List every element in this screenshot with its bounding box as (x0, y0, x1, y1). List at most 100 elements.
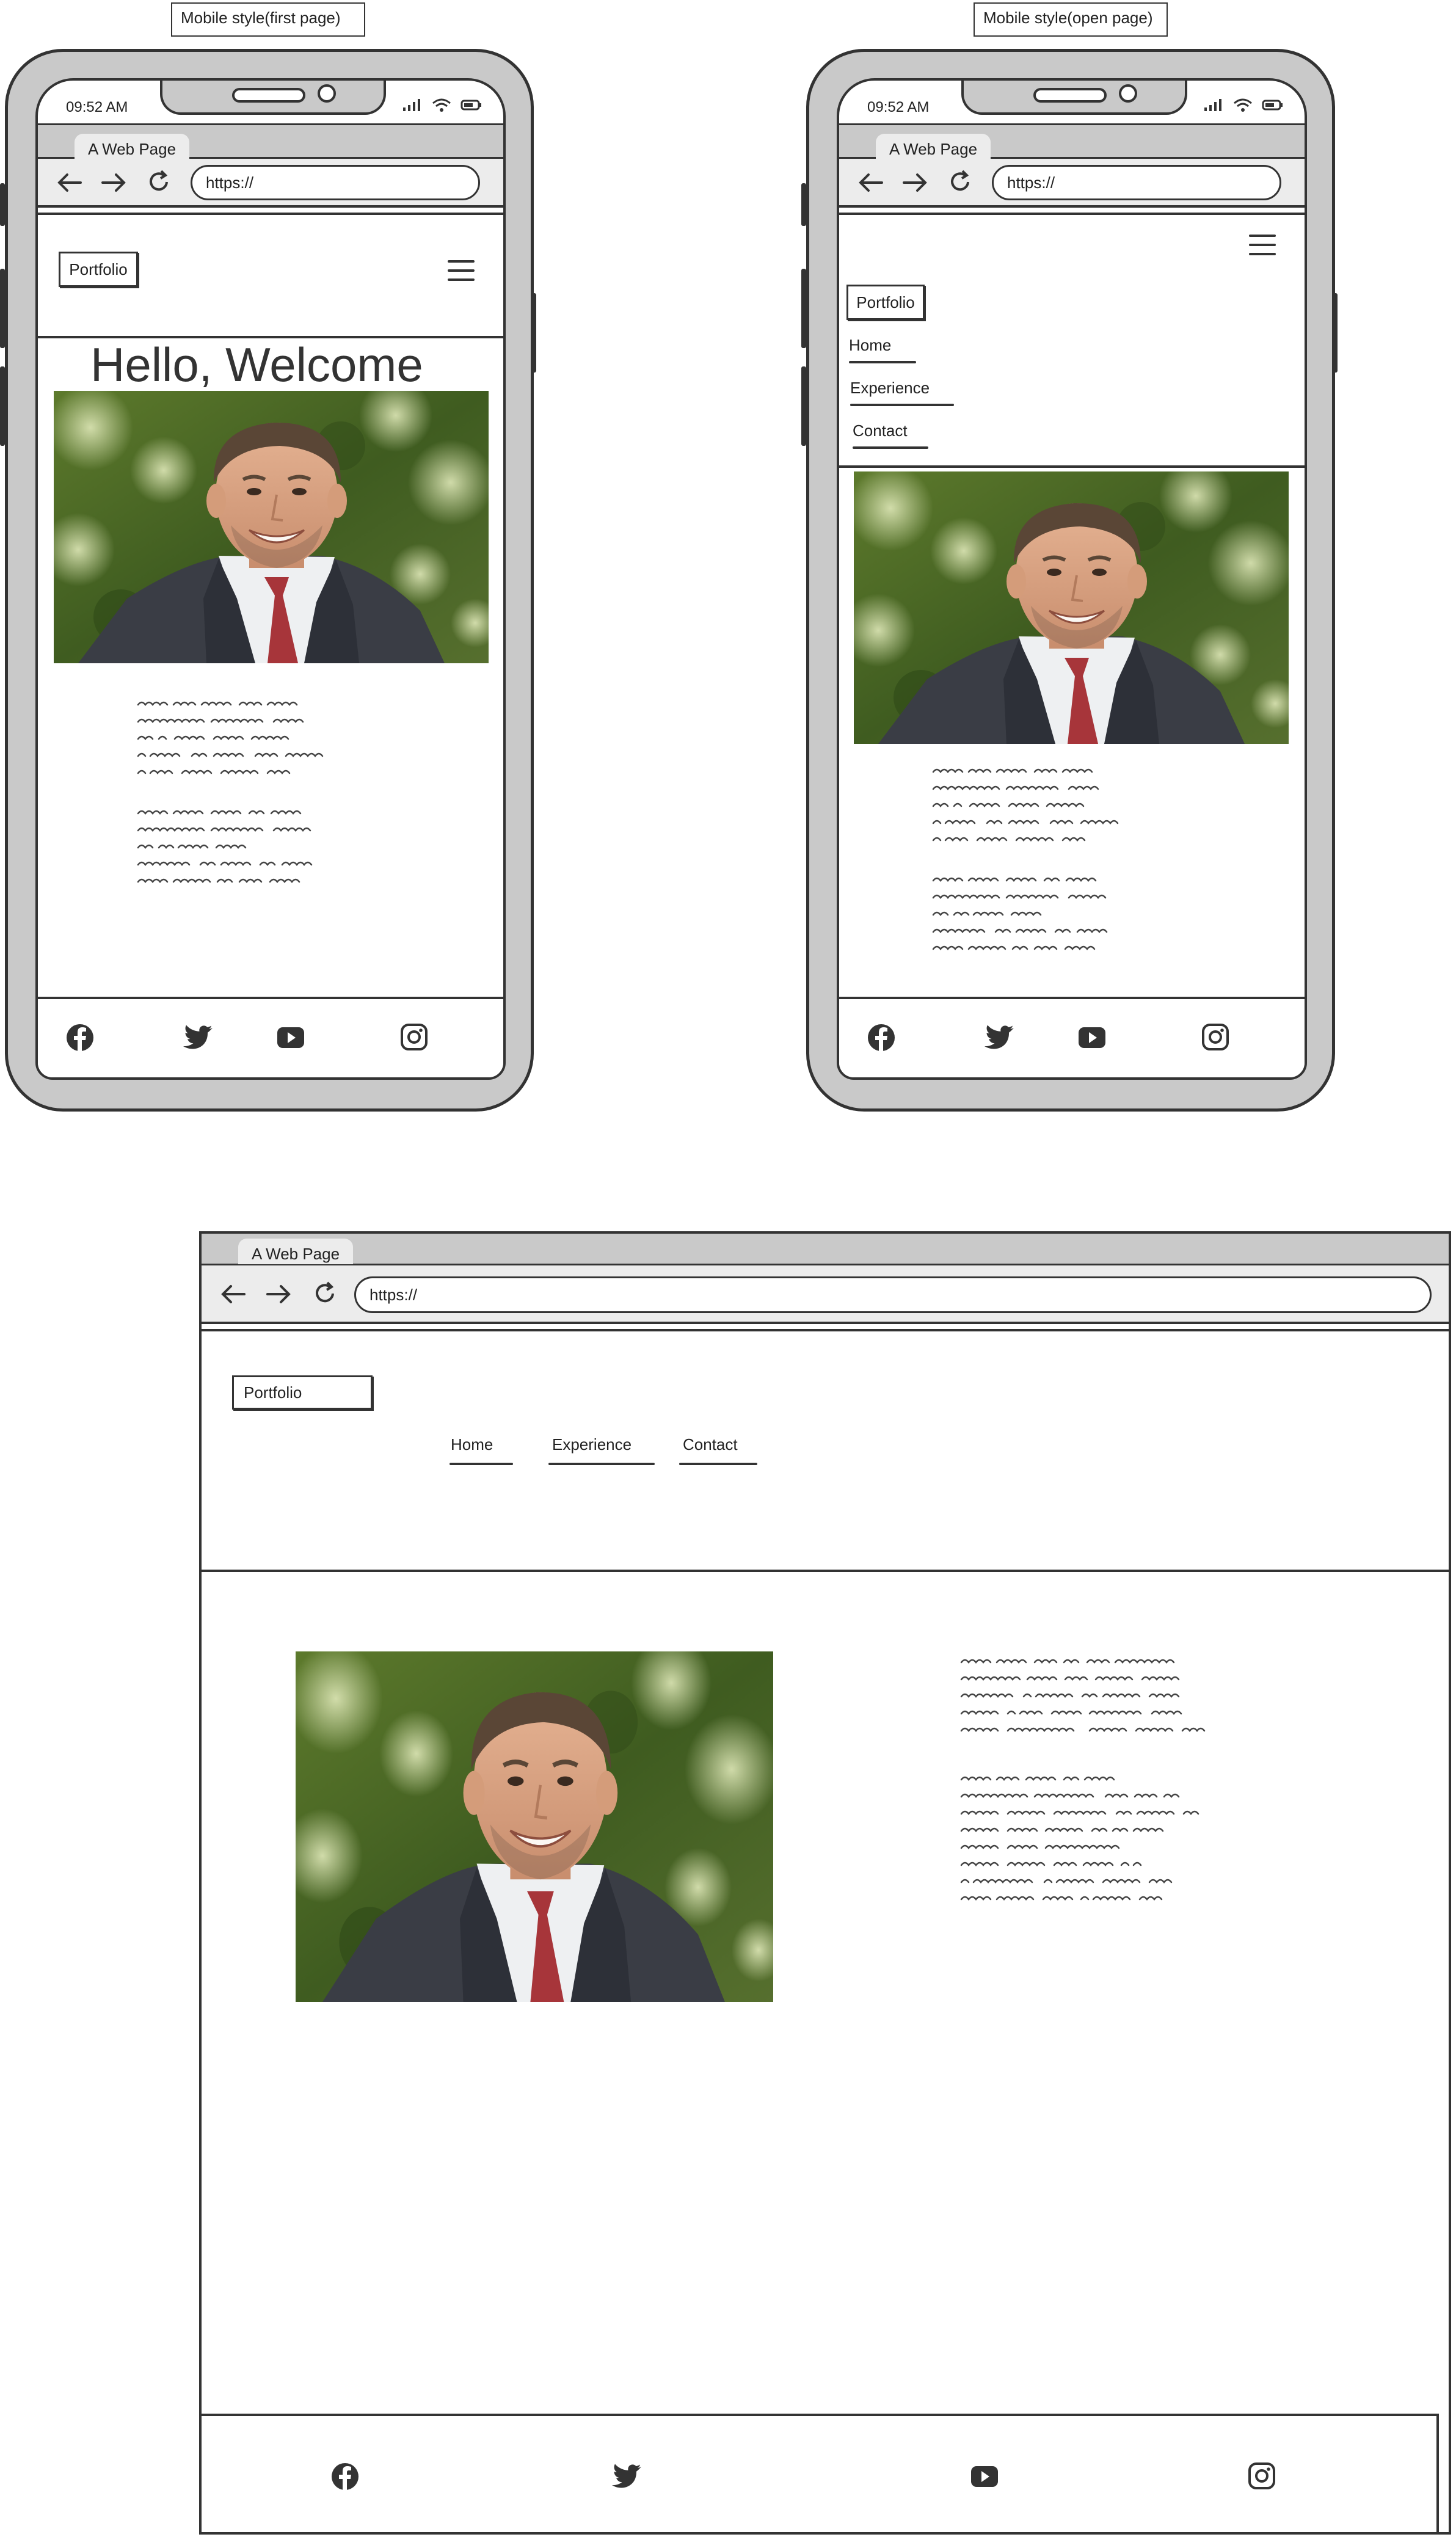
reload-icon[interactable] (313, 1281, 337, 1306)
menu-underline (849, 361, 916, 363)
divider (839, 213, 1305, 215)
paragraph-placeholder (931, 765, 1193, 985)
wifi-icon (432, 98, 451, 112)
desktop-browser-window: A Web Page https:// Portfolio Home Exper… (199, 1231, 1451, 2535)
twitter-icon[interactable] (983, 1022, 1015, 1053)
divider (839, 465, 1305, 468)
tab-bar: A Web Page (839, 123, 1305, 159)
browser-tab[interactable]: A Web Page (238, 1239, 354, 1264)
instagram-icon[interactable] (1201, 1022, 1230, 1052)
menu-underline (679, 1463, 757, 1465)
menu-underline (850, 404, 954, 406)
divider (202, 2414, 1439, 2416)
profile-photo (54, 391, 489, 663)
forward-arrow-icon[interactable] (903, 171, 928, 194)
menu-link-contact: Contact (683, 1435, 738, 1454)
phone-open-page: 09:52 AM A Web Page https:// Portfolio H… (801, 49, 1338, 1112)
youtube-icon[interactable] (970, 2462, 999, 2491)
profile-photo (296, 1651, 773, 2002)
volume-button (801, 269, 806, 348)
url-bar[interactable]: https:// (354, 1276, 1432, 1313)
caption-text: Mobile style(open page) (983, 9, 1153, 27)
back-arrow-icon[interactable] (857, 171, 883, 194)
welcome-heading: Hello, Welcome (90, 338, 423, 391)
instagram-icon[interactable] (1247, 2461, 1276, 2491)
phone-first-page: 09:52 AM A Web Page https:// Portfolio H… (0, 49, 536, 1112)
tab-bar: A Web Page (202, 1234, 1449, 1265)
url-bar[interactable]: https:// (191, 165, 480, 200)
wifi-icon (1234, 98, 1252, 112)
nav-item-contact[interactable]: Contact (679, 1435, 757, 1465)
url-text: https:// (206, 173, 254, 192)
status-icons (402, 98, 482, 112)
divider (1436, 2414, 1439, 2532)
logo-text: Portfolio (244, 1383, 302, 1402)
status-time: 09:52 AM (867, 99, 930, 115)
instagram-icon[interactable] (399, 1022, 429, 1052)
hamburger-menu-icon[interactable] (447, 259, 475, 285)
hamburger-menu-icon[interactable] (1248, 233, 1276, 260)
forward-arrow-icon[interactable] (101, 171, 127, 194)
reload-icon[interactable] (948, 170, 972, 194)
browser-toolbar: https:// (839, 159, 1305, 208)
menu-link-home: Home (849, 336, 892, 354)
menu-underline (548, 1463, 655, 1465)
caption-mobile-first: Mobile style(first page) (171, 2, 365, 37)
phone-screen: 09:52 AM A Web Page https:// Portfolio H… (837, 78, 1307, 1080)
menu-underline (450, 1463, 513, 1465)
phone-screen: 09:52 AM A Web Page https:// Portfolio H… (35, 78, 506, 1080)
back-arrow-icon[interactable] (56, 171, 82, 194)
menu-link-experience: Experience (850, 379, 930, 397)
facebook-icon[interactable] (65, 1022, 95, 1053)
logo-box[interactable]: Portfolio (232, 1375, 373, 1410)
caption-mobile-open: Mobile style(open page) (974, 2, 1168, 37)
battery-icon (460, 100, 481, 111)
volume-button (0, 183, 5, 226)
browser-toolbar: https:// (202, 1265, 1449, 1324)
caption-text: Mobile style(first page) (181, 9, 341, 27)
nav-item-experience[interactable]: Experience (548, 1435, 655, 1465)
divider (202, 1570, 1449, 1572)
twitter-icon[interactable] (182, 1022, 214, 1053)
tab-bar: A Web Page (38, 123, 503, 159)
camera-icon (318, 84, 336, 103)
profile-photo (854, 471, 1289, 744)
logo-text: Portfolio (856, 293, 915, 311)
facebook-icon[interactable] (330, 2461, 360, 2492)
youtube-icon[interactable] (1077, 1024, 1107, 1052)
signal-icon (1204, 99, 1221, 111)
mobile-menu-contact[interactable]: Contact (853, 421, 928, 449)
menu-link-home: Home (451, 1435, 493, 1454)
forward-arrow-icon[interactable] (266, 1283, 292, 1306)
footer (38, 997, 503, 1077)
browser-tab[interactable]: A Web Page (876, 134, 991, 159)
mobile-menu-home[interactable]: Home (849, 336, 916, 363)
mobile-menu-experience[interactable]: Experience (850, 379, 954, 406)
url-bar[interactable]: https:// (992, 165, 1281, 200)
volume-button (0, 269, 5, 348)
paragraph-placeholder (959, 1655, 1276, 1960)
url-text: https:// (1007, 173, 1055, 192)
divider (202, 1329, 1449, 1331)
status-icons (1203, 98, 1284, 112)
nav-item-home[interactable]: Home (450, 1435, 513, 1465)
twitter-icon[interactable] (611, 2461, 642, 2492)
url-text: https:// (369, 1285, 418, 1304)
browser-toolbar: https:// (38, 159, 503, 208)
browser-tab[interactable]: A Web Page (75, 134, 190, 159)
divider (38, 213, 503, 215)
status-time: 09:52 AM (66, 99, 128, 115)
menu-underline (853, 446, 928, 449)
volume-button (801, 183, 806, 226)
speaker-icon (1033, 88, 1107, 103)
reload-icon[interactable] (147, 170, 171, 194)
speaker-icon (232, 88, 305, 103)
logo-box[interactable]: Portfolio (59, 252, 138, 287)
youtube-icon[interactable] (276, 1024, 305, 1052)
logo-box[interactable]: Portfolio (846, 285, 925, 320)
volume-button (0, 366, 5, 446)
facebook-icon[interactable] (866, 1022, 897, 1053)
back-arrow-icon[interactable] (220, 1283, 246, 1306)
menu-link-contact: Contact (853, 421, 908, 440)
battery-icon (1262, 100, 1283, 111)
